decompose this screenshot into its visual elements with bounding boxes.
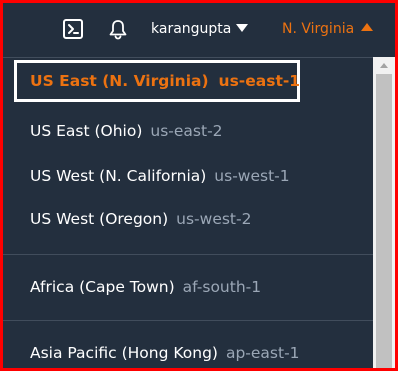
region-code: af-south-1 — [182, 278, 262, 296]
account-menu-username[interactable]: karangupta — [151, 20, 231, 38]
region-item-ap-east-1[interactable]: Asia Pacific (Hong Kong) ap-east-1 — [3, 335, 373, 369]
region-item-us-west-2[interactable]: US West (Oregon) us-west-2 — [3, 201, 373, 237]
region-name: US East (N. Virginia) — [30, 72, 209, 90]
terminal-icon[interactable] — [62, 18, 84, 40]
region-name: US West (Oregon) — [30, 210, 169, 228]
region-dropdown-menu: US East (N. Virginia) us-east-1 US East … — [3, 57, 373, 369]
caret-up-icon[interactable] — [361, 23, 373, 31]
caret-down-icon[interactable] — [236, 24, 248, 32]
region-name: Africa (Cape Town) — [30, 278, 175, 296]
region-item-us-west-1[interactable]: US West (N. California) us-west-1 — [3, 158, 373, 194]
region-name: Asia Pacific (Hong Kong) — [30, 344, 218, 362]
region-item-af-south-1[interactable]: Africa (Cape Town) af-south-1 — [3, 269, 373, 305]
menu-divider — [3, 254, 373, 255]
region-code: us-east-1 — [218, 72, 301, 90]
region-name: US East (Ohio) — [30, 122, 143, 140]
scroll-up-arrow-icon[interactable] — [380, 63, 388, 68]
region-item-us-east-2[interactable]: US East (Ohio) us-east-2 — [3, 113, 373, 149]
scrollbar-thumb[interactable] — [376, 74, 392, 368]
region-code: us-west-1 — [214, 167, 290, 185]
region-code: us-east-2 — [150, 122, 223, 140]
region-item-us-east-1[interactable]: US East (N. Virginia) us-east-1 — [3, 63, 373, 99]
region-name: US West (N. California) — [30, 167, 207, 185]
menu-scrollbar[interactable] — [373, 57, 395, 368]
menu-divider — [3, 320, 373, 321]
top-navigation-bar: karangupta N. Virginia — [0, 0, 398, 57]
region-selector-button[interactable]: N. Virginia — [282, 20, 354, 38]
region-code: ap-east-1 — [225, 344, 300, 362]
region-code: us-west-2 — [176, 210, 252, 228]
bell-icon[interactable] — [107, 18, 129, 40]
